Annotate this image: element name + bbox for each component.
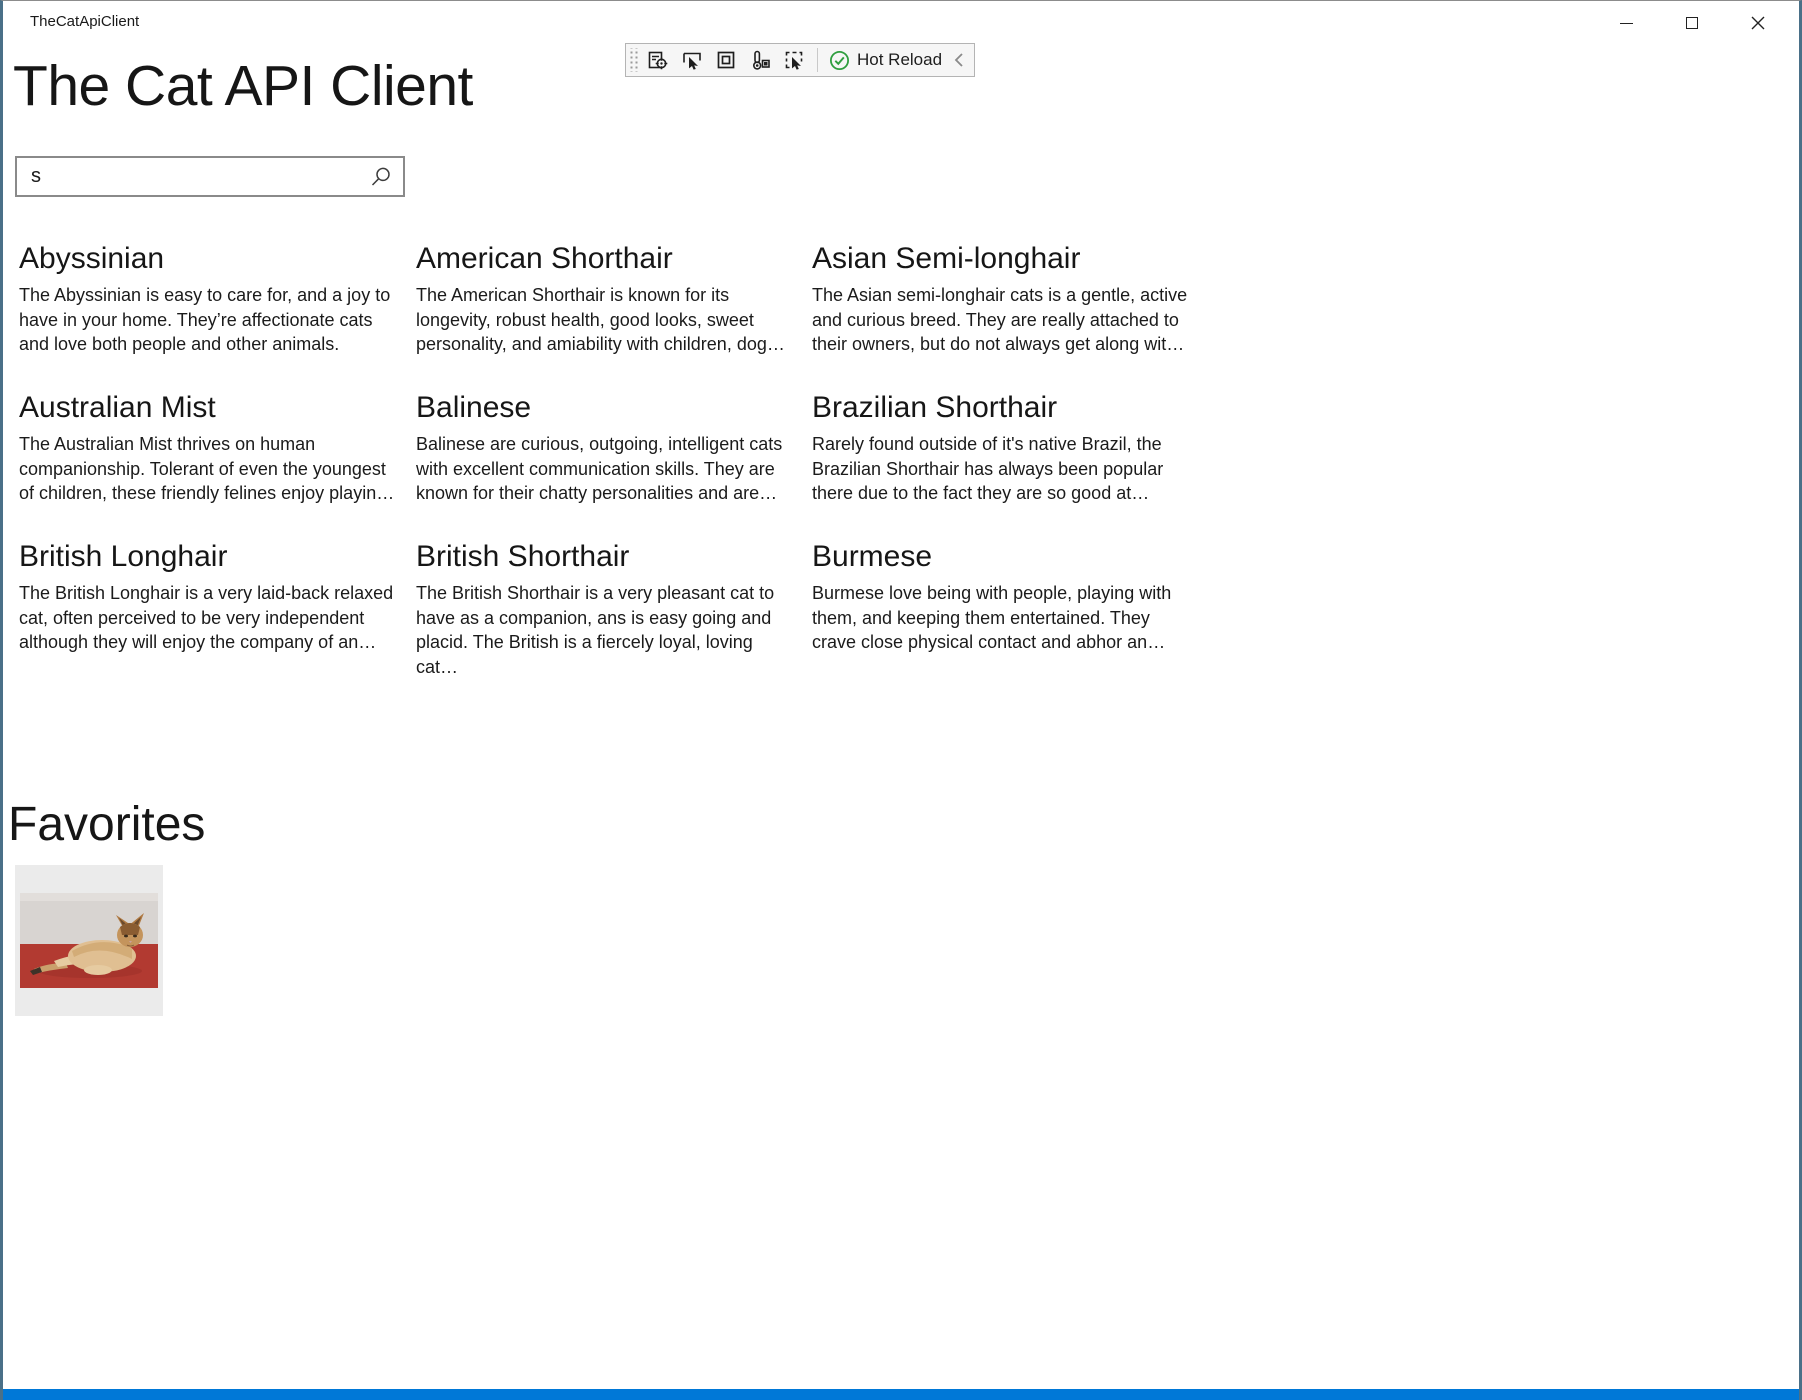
breed-name: Abyssinian xyxy=(19,239,400,279)
breed-card-burmese[interactable]: Burmese Burmese love being with people, … xyxy=(812,537,1209,686)
layout-adorners-icon xyxy=(715,49,737,71)
breed-grid: Abyssinian The Abyssinian is easy to car… xyxy=(19,239,1209,686)
hot-reload-label: Hot Reload xyxy=(857,50,942,70)
minimize-icon xyxy=(1620,23,1633,24)
app-window: TheCatApiClient xyxy=(0,0,1802,1400)
titlebar: TheCatApiClient xyxy=(3,1,1799,45)
favorite-item[interactable] xyxy=(15,865,163,1016)
search-icon xyxy=(370,166,392,188)
window-controls xyxy=(1593,1,1791,45)
maximize-button[interactable] xyxy=(1659,1,1725,45)
breed-name: Balinese xyxy=(416,388,796,428)
breed-card-british-shorthair[interactable]: British Shorthair The British Shorthair … xyxy=(416,537,812,686)
breed-name: Burmese xyxy=(812,537,1193,577)
breed-card-balinese[interactable]: Balinese Balinese are curious, outgoing,… xyxy=(416,388,812,537)
track-focused-element-button[interactable] xyxy=(744,46,776,74)
favorite-cat-photo xyxy=(20,893,158,988)
breed-name: Australian Mist xyxy=(19,388,400,428)
breed-card-american-shorthair[interactable]: American Shorthair The American Shorthai… xyxy=(416,239,812,388)
search-button[interactable] xyxy=(359,158,403,195)
enable-selection-button[interactable] xyxy=(778,46,810,74)
minimize-button[interactable] xyxy=(1593,1,1659,45)
page-title: The Cat API Client xyxy=(13,53,473,119)
close-icon xyxy=(1751,16,1765,30)
toolbar-separator xyxy=(817,48,818,72)
breed-card-abyssinian[interactable]: Abyssinian The Abyssinian is easy to car… xyxy=(19,239,416,388)
hot-reload-status: Hot Reload xyxy=(825,50,946,71)
favorites-title: Favorites xyxy=(8,797,205,852)
breed-name: British Longhair xyxy=(19,537,400,577)
search-input[interactable] xyxy=(17,158,359,195)
close-button[interactable] xyxy=(1725,1,1791,45)
toolbar-collapse-button[interactable] xyxy=(948,46,970,74)
display-layout-adorners-button[interactable] xyxy=(710,46,742,74)
select-element-button[interactable] xyxy=(676,46,708,74)
window-title: TheCatApiClient xyxy=(30,13,139,30)
toolbar-grip-handle[interactable] xyxy=(628,48,638,72)
breed-description: Balinese are curious, outgoing, intellig… xyxy=(416,432,796,506)
breed-name: American Shorthair xyxy=(416,239,796,279)
breed-description: Rarely found outside of it's native Braz… xyxy=(812,432,1193,506)
debug-toolbar: Hot Reload xyxy=(625,43,975,77)
selection-cursor-icon xyxy=(783,49,805,71)
breed-name: Brazilian Shorthair xyxy=(812,388,1193,428)
search-box xyxy=(15,156,405,197)
breed-name: Asian Semi-longhair xyxy=(812,239,1193,279)
chevron-left-icon xyxy=(953,52,965,68)
breed-description: The Australian Mist thrives on human com… xyxy=(19,432,400,506)
hot-reload-check-icon xyxy=(829,50,850,71)
live-visual-tree-icon xyxy=(647,49,669,71)
breed-card-brazilian-shorthair[interactable]: Brazilian Shorthair Rarely found outside… xyxy=(812,388,1209,537)
track-focused-element-icon xyxy=(749,49,771,71)
window-bottom-accent-bar xyxy=(0,1389,1802,1400)
go-to-live-visual-tree-button[interactable] xyxy=(642,46,674,74)
breed-name: British Shorthair xyxy=(416,537,796,577)
breed-description: The American Shorthair is known for its … xyxy=(416,283,796,357)
breed-description: The Asian semi-longhair cats is a gentle… xyxy=(812,283,1193,357)
select-element-icon xyxy=(681,49,703,71)
breed-card-asian-semi-longhair[interactable]: Asian Semi-longhair The Asian semi-longh… xyxy=(812,239,1209,388)
breed-description: Burmese love being with people, playing … xyxy=(812,581,1193,655)
breed-card-british-longhair[interactable]: British Longhair The British Longhair is… xyxy=(19,537,416,686)
breed-description: The British Shorthair is a very pleasant… xyxy=(416,581,796,679)
breed-description: The Abyssinian is easy to care for, and … xyxy=(19,283,400,357)
breed-description: The British Longhair is a very laid-back… xyxy=(19,581,400,655)
breed-card-australian-mist[interactable]: Australian Mist The Australian Mist thri… xyxy=(19,388,416,537)
maximize-icon xyxy=(1686,17,1698,29)
